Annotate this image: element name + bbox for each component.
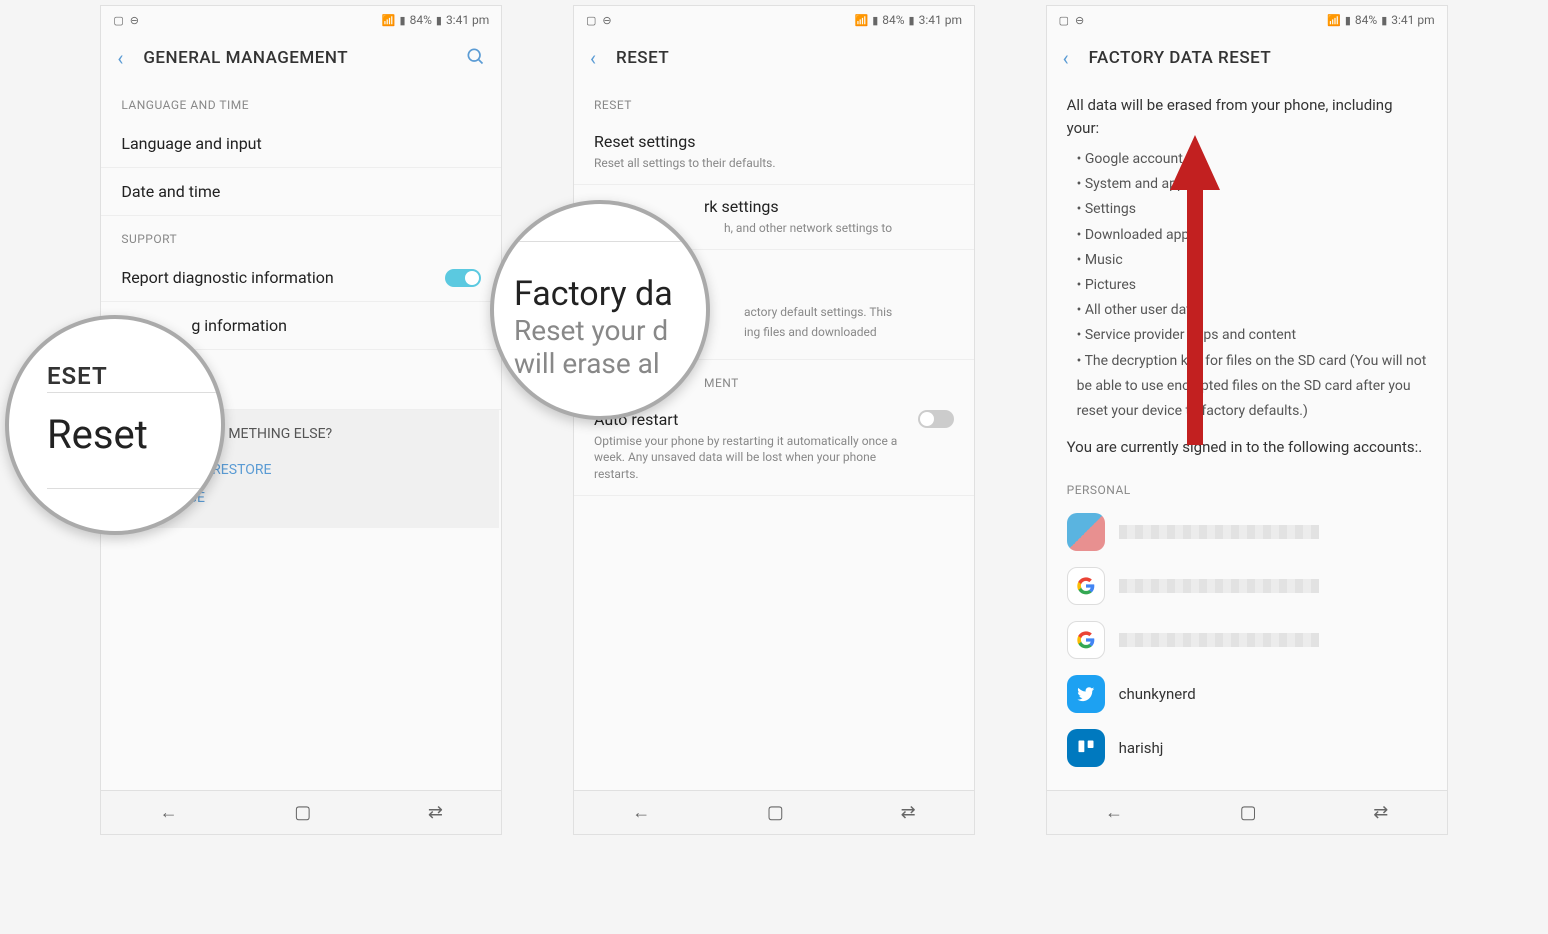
mag2-sub1: Reset your d	[514, 314, 668, 347]
battery-percent: 84%	[410, 13, 432, 27]
intro-text: All data will be erased from your phone,…	[1047, 82, 1447, 147]
section-reset: RESET	[574, 82, 974, 120]
bullet-music: • Music	[1077, 248, 1427, 273]
battery-percent: 84%	[882, 13, 904, 27]
nav-home-icon[interactable]: ▢	[767, 802, 784, 823]
battery-percent: 84%	[1355, 13, 1377, 27]
account-item-trello: harishj	[1047, 721, 1447, 775]
censored-text	[1119, 525, 1319, 539]
image-indicator-icon: ▢	[113, 14, 123, 27]
status-time: 3:41 pm	[919, 13, 962, 27]
trello-account-name: harishj	[1119, 739, 1164, 757]
mag2-sub2: will erase al	[514, 347, 660, 380]
do-not-disturb-icon: ⊖	[602, 14, 611, 27]
nav-back-icon[interactable]: ←	[160, 802, 178, 823]
wifi-icon: 📶	[1327, 14, 1341, 27]
signal-icon: ▮	[872, 14, 878, 27]
section-support: SUPPORT	[101, 216, 501, 254]
status-bar: ▢ ⊖ 📶 ▮ 84% ▮ 3:41 pm	[101, 6, 501, 34]
account-item-google-2	[1047, 613, 1447, 667]
wifi-icon: 📶	[382, 14, 396, 27]
app-bar: ‹ RESET	[574, 34, 974, 82]
section-personal: PERSONAL	[1047, 467, 1447, 505]
back-icon[interactable]: ‹	[117, 46, 123, 70]
trello-icon	[1067, 729, 1105, 767]
bullet-apps: • Downloaded apps	[1077, 223, 1427, 248]
status-time: 3:41 pm	[1391, 13, 1434, 27]
navigation-bar: ← ▢ ⇄	[1047, 790, 1447, 834]
bullet-settings: • Settings	[1077, 197, 1427, 222]
report-diagnostic-label: Report diagnostic information	[121, 268, 333, 287]
back-icon[interactable]: ‹	[1063, 46, 1069, 70]
status-bar: ▢ ⊖ 📶 ▮ 84% ▮ 3:41 pm	[1047, 6, 1447, 34]
wifi-icon: 📶	[854, 14, 868, 27]
image-indicator-icon: ▢	[1059, 14, 1069, 27]
nav-recents-icon[interactable]: ⇄	[1373, 802, 1388, 823]
magnifier-reset: ESET Reset	[5, 315, 225, 535]
bullet-userdata: • All other user data	[1077, 298, 1427, 323]
reset-settings-sub: Reset all settings to their defaults.	[594, 155, 954, 172]
page-title: GENERAL MANAGEMENT	[143, 48, 445, 68]
status-time: 3:41 pm	[446, 13, 489, 27]
censored-text	[1119, 579, 1319, 593]
google-icon	[1067, 567, 1105, 605]
nav-recents-icon[interactable]: ⇄	[428, 802, 443, 823]
account-item-1	[1047, 505, 1447, 559]
phone-screen-3: ▢ ⊖ 📶 ▮ 84% ▮ 3:41 pm ‹ FACTORY DATA RES…	[1046, 5, 1448, 835]
search-icon[interactable]	[465, 46, 485, 71]
erase-list: • Google account • System and app data •…	[1047, 147, 1447, 424]
app-bar: ‹ FACTORY DATA RESET	[1047, 34, 1447, 82]
bullet-decryption: • The decryption key for files on the SD…	[1077, 349, 1427, 425]
twitter-account-name: chunkynerd	[1119, 685, 1196, 703]
app-bar: ‹ GENERAL MANAGEMENT	[101, 34, 501, 82]
nav-home-icon[interactable]: ▢	[1240, 802, 1257, 823]
account-icon-1	[1067, 513, 1105, 551]
twitter-icon	[1067, 675, 1105, 713]
reset-settings-label: Reset settings	[594, 132, 954, 151]
nav-recents-icon[interactable]: ⇄	[901, 802, 916, 823]
nav-home-icon[interactable]: ▢	[294, 802, 311, 823]
auto-restart-label: Auto restart	[594, 410, 906, 429]
magnifier-factory: Factory da Reset your d will erase al	[490, 200, 710, 420]
auto-restart-sub: Optimise your phone by restarting it aut…	[594, 433, 906, 483]
account-item-google-1	[1047, 559, 1447, 613]
battery-icon: ▮	[909, 14, 915, 27]
do-not-disturb-icon: ⊖	[130, 14, 139, 27]
phone-screen-2: ▢ ⊖ 📶 ▮ 84% ▮ 3:41 pm ‹ RESET RESET Rese…	[573, 5, 975, 835]
bullet-google: • Google account	[1077, 147, 1427, 172]
status-bar: ▢ ⊖ 📶 ▮ 84% ▮ 3:41 pm	[574, 6, 974, 34]
bullet-system: • System and app data	[1077, 172, 1427, 197]
mag1-reset-text: Reset	[47, 411, 148, 458]
back-icon[interactable]: ‹	[590, 46, 596, 70]
reset-settings-item[interactable]: Reset settings Reset all settings to the…	[574, 120, 974, 185]
signed-in-text: You are currently signed in to the follo…	[1047, 424, 1447, 467]
mag2-title: Factory da	[514, 274, 673, 314]
report-diagnostic-item[interactable]: Report diagnostic information	[101, 254, 501, 302]
do-not-disturb-icon: ⊖	[1075, 14, 1084, 27]
page-title: RESET	[616, 48, 958, 68]
image-indicator-icon: ▢	[586, 14, 596, 27]
nav-back-icon[interactable]: ←	[632, 802, 650, 823]
report-diagnostic-toggle[interactable]	[445, 269, 481, 287]
mag1-section-text: ESET	[47, 362, 108, 390]
date-time-item[interactable]: Date and time	[101, 168, 501, 216]
navigation-bar: ← ▢ ⇄	[101, 790, 501, 834]
section-language-time: LANGUAGE AND TIME	[101, 82, 501, 120]
nav-back-icon[interactable]: ←	[1105, 802, 1123, 823]
navigation-bar: ← ▢ ⇄	[574, 790, 974, 834]
google-icon	[1067, 621, 1105, 659]
signal-icon: ▮	[400, 14, 406, 27]
battery-icon: ▮	[436, 14, 442, 27]
bullet-provider: • Service provider apps and content	[1077, 323, 1427, 348]
signal-icon: ▮	[1345, 14, 1351, 27]
language-input-item[interactable]: Language and input	[101, 120, 501, 168]
account-item-twitter: chunkynerd	[1047, 667, 1447, 721]
auto-restart-toggle[interactable]	[918, 410, 954, 428]
censored-text	[1119, 633, 1319, 647]
page-title: FACTORY DATA RESET	[1089, 48, 1431, 68]
factory-reset-content[interactable]: All data will be erased from your phone,…	[1047, 82, 1447, 790]
bullet-pictures: • Pictures	[1077, 273, 1427, 298]
battery-icon: ▮	[1381, 14, 1387, 27]
